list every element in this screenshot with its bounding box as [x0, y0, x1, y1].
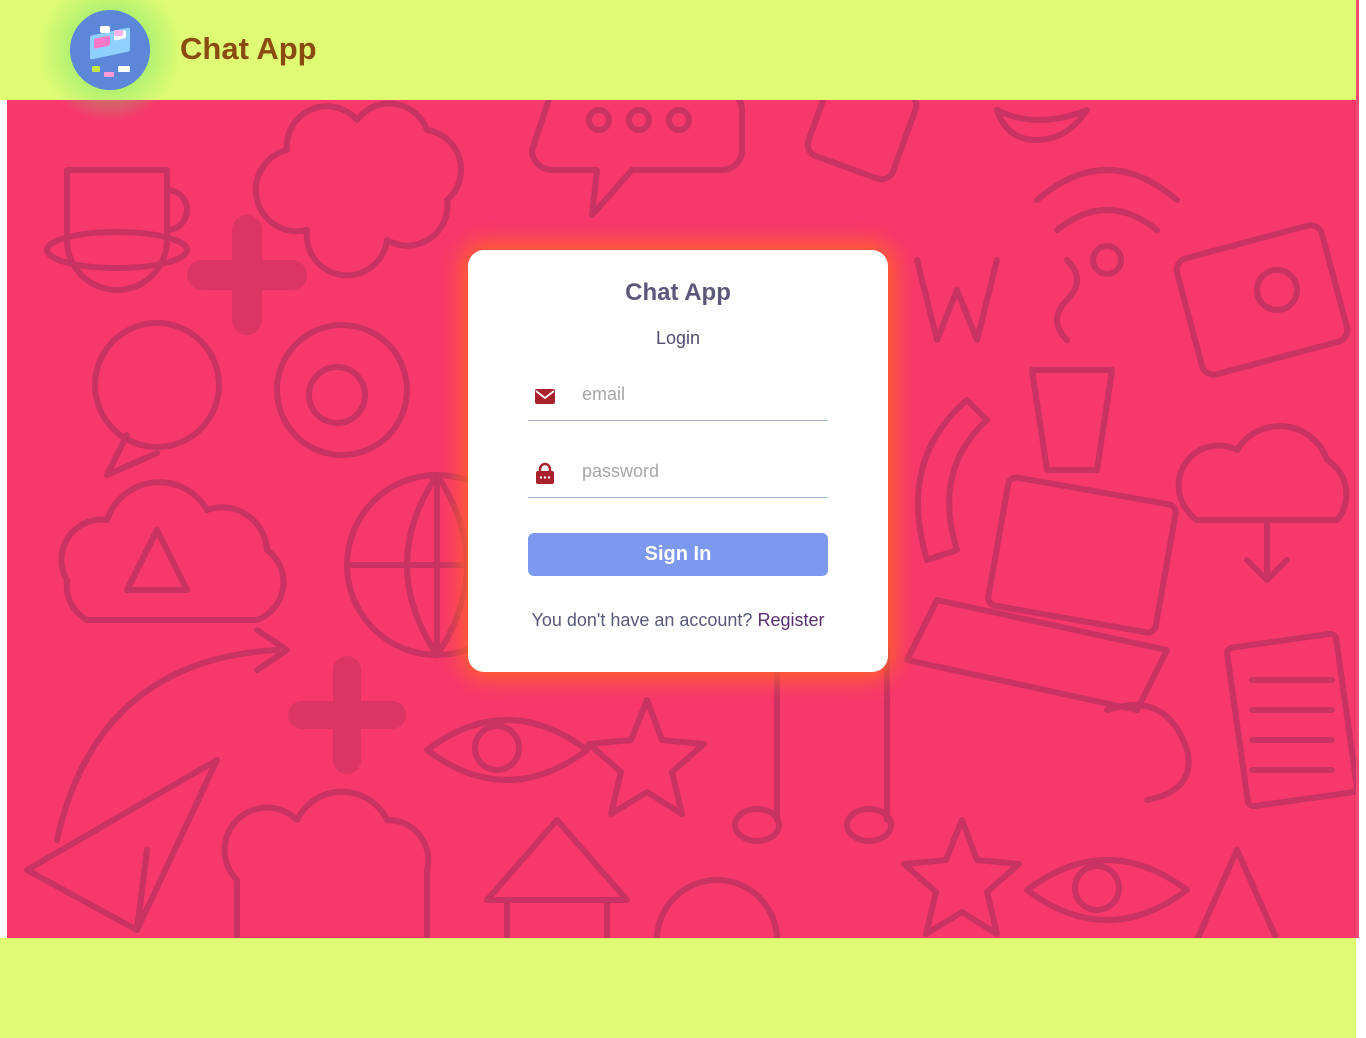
password-field-row	[528, 447, 828, 498]
email-field-row	[528, 370, 828, 421]
card-title: Chat App	[625, 279, 731, 306]
envelope-icon	[534, 385, 556, 407]
app-footer	[0, 938, 1356, 1038]
email-input[interactable]	[582, 380, 822, 408]
register-link[interactable]: Register	[757, 610, 824, 630]
right-edge-strip	[1356, 0, 1359, 938]
app-header: Chat App	[0, 0, 1356, 100]
sign-in-button[interactable]: Sign In	[528, 533, 828, 576]
register-line: You don't have an account? Register	[468, 609, 888, 631]
password-input[interactable]	[582, 457, 822, 485]
register-prompt: You don't have an account?	[531, 610, 753, 630]
login-card: Chat App Login Sign In You don't have an…	[468, 250, 888, 672]
chat-app-logo-icon[interactable]	[70, 10, 150, 90]
app-title: Chat App	[180, 31, 317, 66]
login-subtitle: Login	[655, 328, 701, 348]
lock-icon	[534, 462, 556, 484]
